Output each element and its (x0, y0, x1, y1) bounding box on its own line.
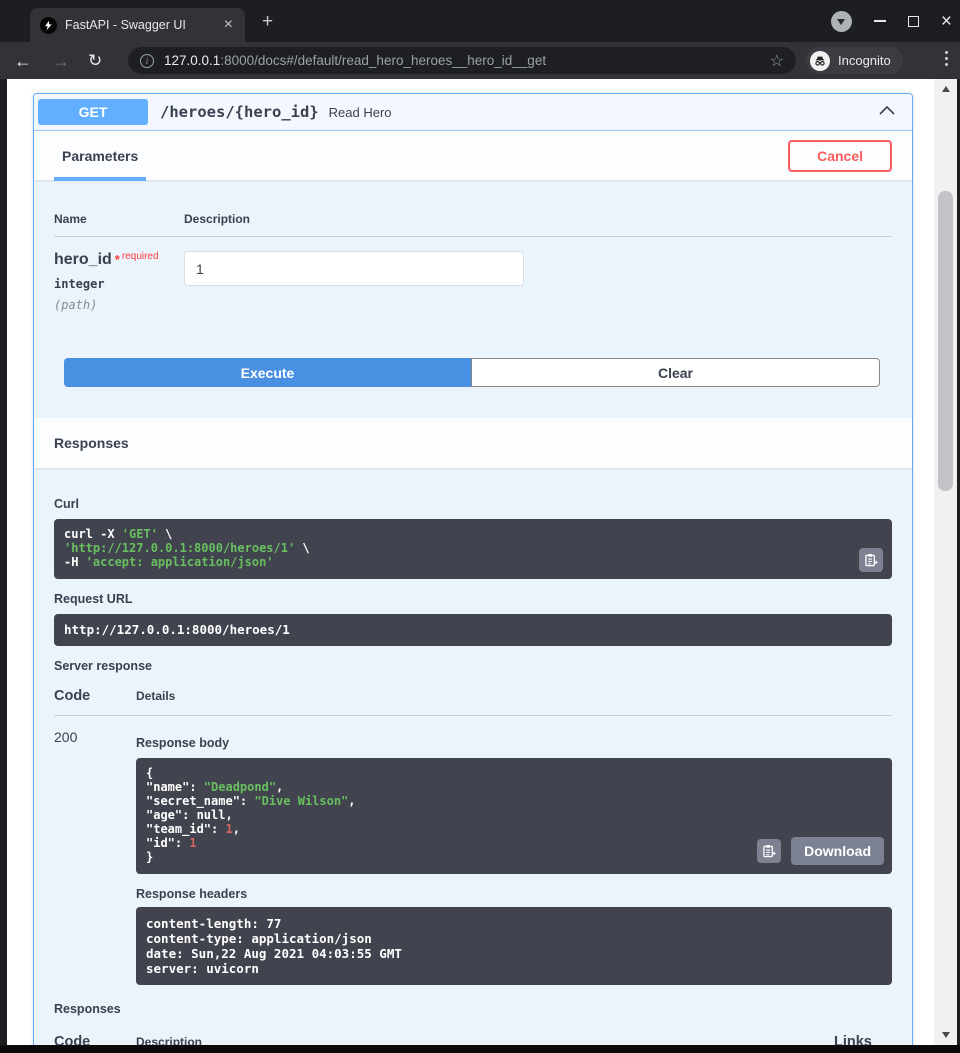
tab-title: FastAPI - Swagger UI (65, 18, 214, 32)
doc-description-header: Description (136, 1035, 834, 1045)
response-headers-label: Response headers (136, 887, 892, 901)
request-url-label: Request URL (54, 592, 892, 606)
parameters-body: Name Description hero_id*required intege… (34, 180, 912, 418)
curl-command-block: curl -X 'GET' \ 'http://127.0.0.1:8000/h… (54, 519, 892, 579)
response-body-actions: Download (757, 837, 884, 865)
url-host: 127.0.0.1 (164, 53, 220, 68)
url-text[interactable]: 127.0.0.1:8000/docs#/default/read_hero_h… (164, 53, 762, 68)
collapse-chevron-icon[interactable] (878, 103, 896, 121)
response-body-block: { "name": "Deadpond", "secret_name": "Di… (136, 758, 892, 874)
browser-update-icon[interactable] (831, 11, 852, 32)
doc-links-header: Links (834, 1034, 892, 1045)
fastapi-favicon-icon (40, 17, 57, 34)
description-column-header: Description (184, 212, 250, 226)
server-response-row: 200 Response body { "name": "Deadpond", … (54, 716, 892, 985)
response-headers-text: content-length: 77 content-type: applica… (146, 916, 882, 976)
required-star: * (115, 252, 120, 267)
bookmark-star-icon[interactable]: ☆ (770, 51, 784, 71)
curl-label: Curl (54, 497, 892, 511)
scroll-up-icon[interactable] (934, 81, 957, 97)
response-headers-block: content-length: 77 content-type: applica… (136, 907, 892, 985)
scrollbar-thumb[interactable] (938, 191, 953, 491)
maximize-icon[interactable] (908, 16, 919, 27)
reload-icon[interactable]: ↻ (88, 52, 102, 69)
site-info-icon[interactable]: i (140, 54, 154, 68)
swagger-page: GET /heroes/{hero_id} Read Hero Paramete… (7, 79, 934, 1045)
parameter-name: hero_id (54, 251, 112, 268)
tab-parameters[interactable]: Parameters (54, 131, 146, 181)
opblock-summary[interactable]: GET /heroes/{hero_id} Read Hero (34, 94, 912, 130)
parameters-header: Parameters Cancel (34, 130, 912, 180)
code-column-header: Code (54, 688, 136, 704)
method-badge: GET (38, 99, 148, 125)
response-body-label: Response body (136, 736, 892, 750)
browser-titlebar: FastAPI - Swagger UI × + × (0, 0, 960, 42)
curl-command: curl -X 'GET' \ 'http://127.0.0.1:8000/h… (64, 527, 882, 569)
status-code: 200 (54, 729, 136, 985)
responses-doc-title: Responses (54, 1002, 892, 1016)
parameter-description-cell (184, 251, 524, 312)
incognito-icon (810, 51, 830, 71)
copy-curl-button[interactable] (859, 548, 883, 572)
request-url-block: http://127.0.0.1:8000/heroes/1 (54, 614, 892, 646)
parameter-info: hero_id*required integer (path) (54, 251, 184, 312)
responses-doc-table-head: Code Description Links (54, 1034, 892, 1045)
window-bottom-edge (0, 1045, 960, 1053)
details-column-header: Details (136, 689, 175, 703)
endpoint-summary: Read Hero (329, 105, 392, 120)
parameter-type: integer (54, 277, 184, 291)
doc-code-header: Code (54, 1034, 136, 1045)
copy-response-button[interactable] (757, 839, 781, 863)
responses-title: Responses (54, 435, 129, 451)
name-column-header: Name (54, 212, 184, 226)
clear-button[interactable]: Clear (471, 358, 880, 387)
hero-id-input[interactable] (184, 251, 524, 286)
scroll-down-icon[interactable] (934, 1027, 957, 1043)
parameters-table-head: Name Description (54, 212, 892, 237)
server-response-label: Server response (54, 659, 892, 673)
page-scrollbar[interactable] (934, 79, 957, 1045)
new-tab-icon[interactable]: + (262, 12, 273, 31)
response-details: Response body { "name": "Deadpond", "sec… (136, 729, 892, 985)
endpoint-path: /heroes/{hero_id} (160, 103, 319, 121)
incognito-label: Incognito (838, 53, 891, 68)
parameter-location: (path) (54, 298, 184, 312)
forward-icon[interactable]: → (52, 52, 70, 70)
address-bar[interactable]: i 127.0.0.1:8000/docs#/default/read_hero… (128, 47, 796, 74)
browser-toolbar: ← → ↻ i 127.0.0.1:8000/docs#/default/rea… (0, 42, 960, 79)
download-button[interactable]: Download (791, 837, 884, 865)
browser-tab[interactable]: FastAPI - Swagger UI × (30, 8, 245, 42)
execute-button[interactable]: Execute (64, 358, 471, 387)
execute-button-group: Execute Clear (64, 358, 880, 387)
browser-menu-icon[interactable] (945, 51, 948, 66)
close-icon[interactable]: × (941, 12, 952, 31)
parameter-row: hero_id*required integer (path) (54, 237, 892, 312)
responses-body: Curl curl -X 'GET' \ 'http://127.0.0.1:8… (34, 468, 912, 1045)
cancel-button[interactable]: Cancel (788, 140, 892, 172)
url-path: :8000/docs#/default/read_hero_heroes__he… (220, 53, 546, 68)
minimize-icon[interactable] (874, 20, 886, 22)
request-url-value: http://127.0.0.1:8000/heroes/1 (64, 622, 290, 637)
tab-close-icon[interactable]: × (222, 17, 235, 33)
opblock-get-heroes: GET /heroes/{hero_id} Read Hero Paramete… (33, 93, 913, 1045)
server-response-table-head: Code Details (54, 688, 892, 716)
responses-header: Responses (34, 418, 912, 468)
incognito-badge: Incognito (806, 47, 903, 74)
back-icon[interactable]: ← (14, 52, 32, 70)
required-label: required (122, 251, 159, 262)
